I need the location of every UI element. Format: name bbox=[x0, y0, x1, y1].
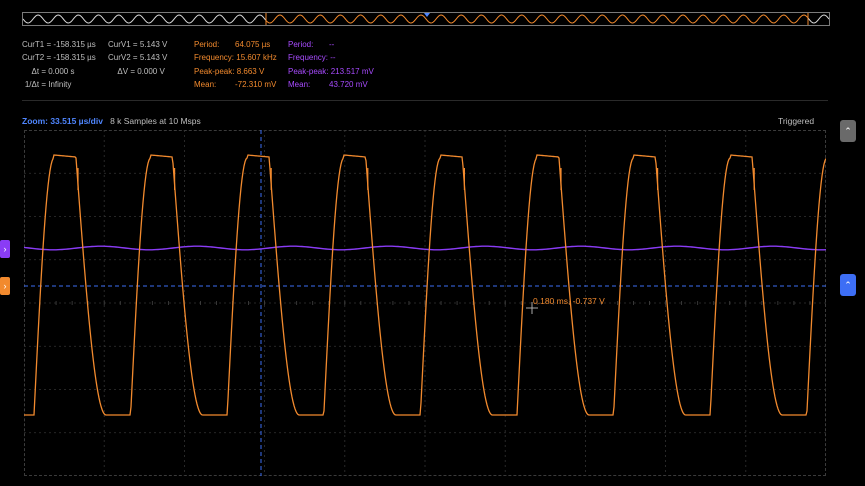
cursor-readout: 0.180 ms, -0.737 V bbox=[533, 296, 605, 306]
ch1-frequency-value: 15.607 kHz bbox=[236, 53, 277, 63]
curt2-value: -158.315 µs bbox=[53, 53, 96, 63]
ch2-period-label: Period: bbox=[288, 40, 314, 49]
curt1-label: CurT1 = bbox=[22, 40, 52, 49]
overview-trace bbox=[23, 14, 267, 24]
channel1-measurements: Period: 64.075 µs Frequency: 15.607 kHz P… bbox=[194, 38, 286, 91]
time-cursor-column: CurT1 = -158.315 µs CurT2 = -158.315 µs … bbox=[22, 38, 102, 91]
channel2-offset-marker[interactable]: › bbox=[0, 240, 10, 258]
ch1-period-label: Period: bbox=[194, 40, 220, 49]
ch2-mean-value: 43.720 mV bbox=[329, 79, 368, 89]
ch2-peak-peak-label: Peak-peak: bbox=[288, 66, 329, 76]
curv1-label: CurV1 = bbox=[108, 40, 138, 49]
ch1-mean-value: -72.310 mV bbox=[235, 79, 277, 89]
chevron-up-down-icon: ⌃ bbox=[844, 126, 852, 136]
ch2-frequency-label: Frequency: bbox=[288, 53, 329, 63]
ch2-peak-peak-value: 213.517 mV bbox=[330, 66, 374, 76]
curv1-value: 5.143 V bbox=[139, 40, 168, 49]
overview-trace bbox=[807, 14, 829, 24]
trigger-level-button[interactable]: ⌃ bbox=[840, 274, 856, 296]
chevron-up-down-icon: ⌃ bbox=[844, 280, 852, 290]
dt-value: 0.000 s bbox=[48, 66, 75, 76]
ch1-period-value: 64.075 µs bbox=[235, 40, 271, 49]
dv-label: ΔV = bbox=[117, 66, 135, 76]
scope-waveforms[interactable] bbox=[24, 130, 826, 476]
sample-info: 8 k Samples at 10 Msps bbox=[110, 116, 201, 126]
inv-dt-value: Infinity bbox=[48, 79, 72, 89]
trigger-status: Triggered bbox=[778, 116, 815, 126]
waveform-overview[interactable] bbox=[22, 12, 830, 26]
overview-trace-visible bbox=[265, 14, 809, 24]
ch1-peak-peak-label: Peak-peak: bbox=[194, 66, 235, 76]
measurements-panel: CurT1 = -158.315 µs CurT2 = -158.315 µs … bbox=[22, 38, 442, 94]
chevron-right-icon: › bbox=[3, 244, 7, 254]
ch2-frequency-value: -- bbox=[330, 53, 336, 63]
zoom-level[interactable]: Zoom: 33.515 µs/div bbox=[22, 116, 103, 126]
curv2-label: CurV2 = bbox=[108, 53, 138, 63]
curt1-value: -158.315 µs bbox=[53, 40, 96, 49]
channel1-offset-marker[interactable]: › bbox=[0, 277, 10, 295]
trigger-position-icon bbox=[424, 13, 430, 17]
ch1-frequency-label: Frequency: bbox=[194, 53, 235, 63]
overview-waveform bbox=[23, 13, 829, 25]
ch2-period-value: -- bbox=[329, 40, 335, 49]
ch1-peak-peak-value: 8.663 V bbox=[236, 66, 265, 76]
channel2-measurements: Period: -- Frequency: -- Peak-peak: 213.5… bbox=[288, 38, 388, 91]
ch1-mean-label: Mean: bbox=[194, 79, 217, 89]
curt2-label: CurT2 = bbox=[22, 53, 52, 63]
ch2-mean-label: Mean: bbox=[288, 79, 311, 89]
timebase-info: Zoom: 33.515 µs/div 8 k Samples at 10 Ms… bbox=[22, 116, 201, 126]
dv-value: 0.000 V bbox=[137, 66, 165, 76]
voltage-cursor-column: CurV1 = 5.143 V CurV2 = 5.143 V ΔV = 0.0… bbox=[108, 38, 188, 78]
dt-label: Δt = bbox=[31, 66, 46, 76]
curv2-value: 5.143 V bbox=[139, 53, 168, 63]
chevron-right-icon: › bbox=[3, 281, 7, 291]
scroll-up-button[interactable]: ⌃ bbox=[840, 120, 856, 142]
divider bbox=[22, 100, 828, 101]
inv-dt-label: 1/Δt = bbox=[24, 79, 46, 89]
